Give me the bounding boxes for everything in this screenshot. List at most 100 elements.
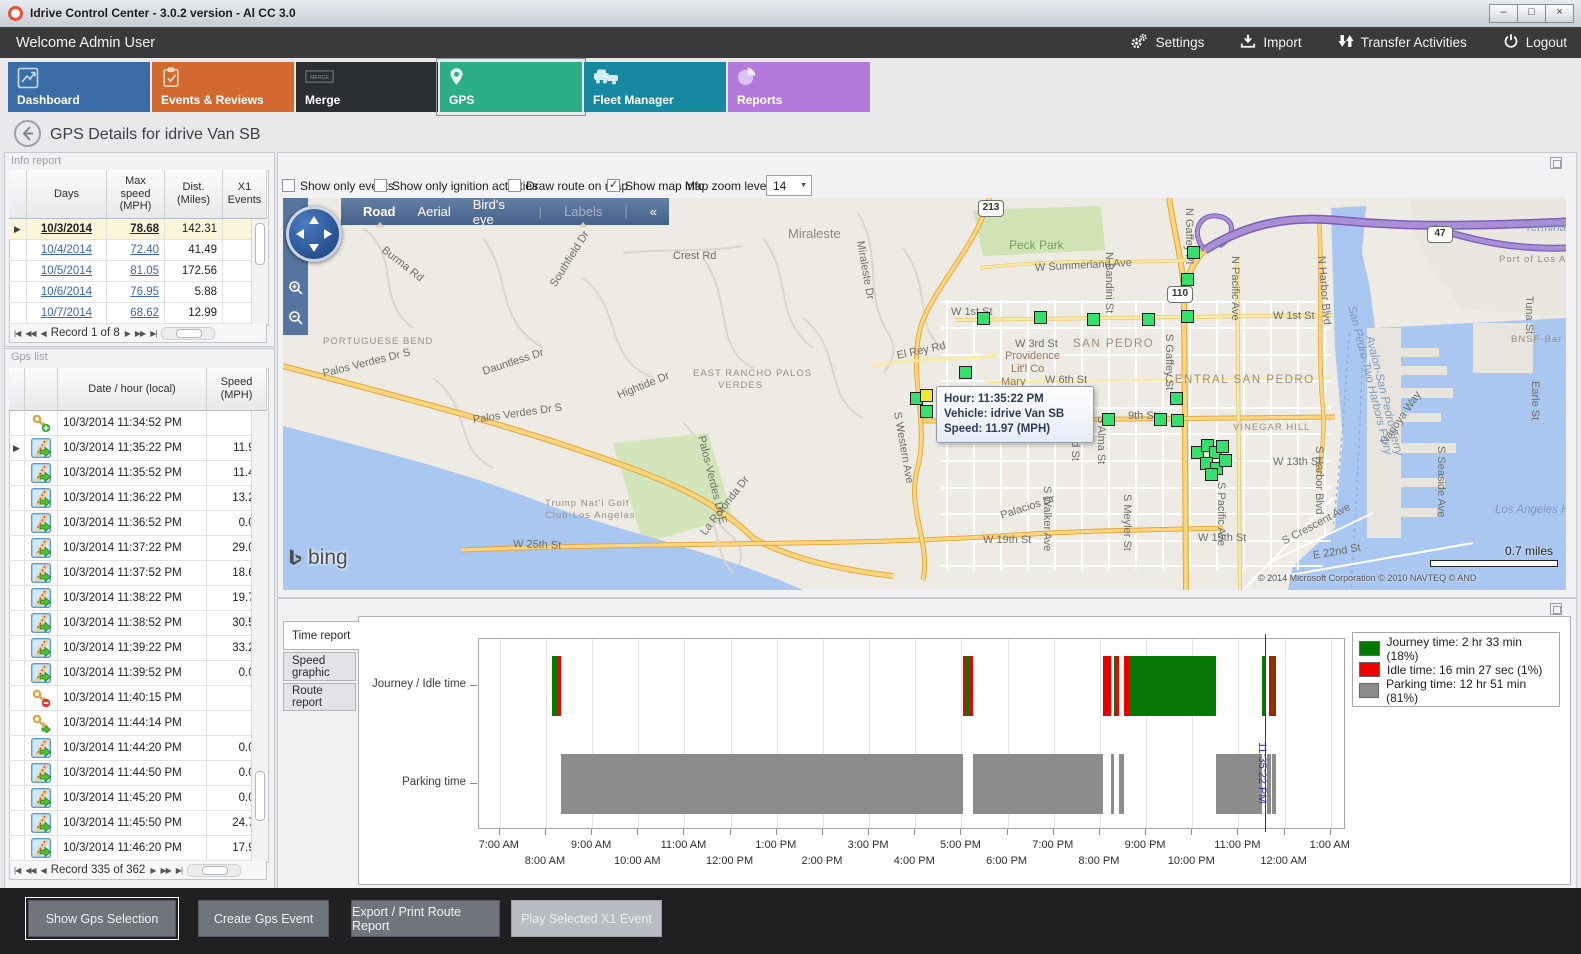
pager-first[interactable]: |◀ [14,329,20,338]
scroll-thumb[interactable] [255,771,265,821]
gps-marker[interactable] [959,366,972,379]
tab-dashboard[interactable]: Dashboard [8,62,150,112]
footer-button-show-gps-selection[interactable]: Show Gps Selection [28,900,176,937]
gps-marker[interactable] [1171,414,1184,427]
selected-gps-marker[interactable] [920,389,933,402]
pager-first[interactable]: |◀ [14,866,20,875]
gps-col-header [9,368,25,411]
tab-reports[interactable]: Reports [728,62,870,112]
scroll-thumb[interactable] [255,223,265,265]
pager-hscroll[interactable] [161,327,215,340]
checkbox-show-only-events[interactable] [282,179,295,192]
info-table-scrollbar[interactable] [251,219,267,324]
gps-marker[interactable] [1102,413,1115,426]
map-style-labels[interactable]: Labels [564,204,602,219]
pager-next[interactable]: ▶ [150,866,155,875]
maximize-button[interactable]: □ [1517,4,1546,23]
info-days-link[interactable]: 10/5/2014 [27,261,107,282]
map-label: W 19th St [983,534,1031,546]
collapse-report-panel-button[interactable] [1550,603,1562,615]
gps-marker[interactable] [1154,413,1167,426]
pager-next_page[interactable]: ▶▶ [160,866,170,875]
gps-marker[interactable] [1219,454,1232,467]
pager-last[interactable]: ▶| [150,329,156,338]
header-action-logout[interactable]: Logout [1503,33,1567,52]
gps-marker[interactable] [1142,313,1155,326]
gps-marker[interactable] [1034,311,1047,324]
header-action-import[interactable]: Import [1240,33,1301,52]
hscroll-thumb[interactable] [176,329,202,338]
map-style-bird-s-eye[interactable]: Bird's eye [473,198,517,227]
x-tick [1099,829,1100,835]
gps-marker[interactable] [1216,440,1229,453]
map-zoom-out-button[interactable] [288,310,304,326]
header-action-transfer-activities[interactable]: Transfer Activities [1338,33,1467,52]
info-maxspeed-link[interactable]: 72.40 [107,240,165,261]
info-col-header: Max speed (MPH) [107,170,165,219]
gears-icon [1129,33,1149,53]
route-shield-110: 110 [1167,286,1193,303]
info-maxspeed-link[interactable]: 76.95 [107,282,165,303]
info-maxspeed-link[interactable]: 78.68 [107,219,165,240]
gps-marker[interactable] [1205,468,1218,481]
tab-fleet-manager[interactable]: Fleet Manager [584,62,726,112]
map-label: S Walker Ave [1041,486,1053,551]
info-days-link[interactable]: 10/4/2014 [27,240,107,261]
gps-marker[interactable] [1187,246,1200,259]
x-tick-label: 3:00 PM [848,839,889,851]
gps-marker[interactable] [1181,273,1194,286]
x-tick-label: 7:00 AM [479,839,519,851]
checkbox-draw-route-on-map[interactable] [508,179,521,192]
legend-label: Parking time: 12 hr 51 min (81%) [1386,677,1553,705]
back-button[interactable] [14,120,41,147]
tab-time-report[interactable]: Time report [283,621,359,650]
current-time-label: 11:35:22 PM [1256,742,1268,804]
gps-marker[interactable] [1181,310,1194,323]
collapse-map-panel-button[interactable] [1550,157,1562,169]
pager-hscroll[interactable] [187,864,241,877]
info-days-link[interactable]: 10/7/2014 [27,303,107,324]
window-titlebar: Idrive Control Center - 3.0.2 version - … [0,0,1581,28]
map-style-road[interactable]: Road [363,204,396,219]
tab-merge[interactable]: MERGEMerge [296,62,438,112]
map-zoom-level-select[interactable]: 14▼ [766,175,812,196]
gps-marker[interactable] [1170,392,1183,405]
map-nav-collapse-button[interactable]: « [650,204,657,219]
pager-prev_page[interactable]: ◀◀ [25,329,35,338]
map-style-aerial[interactable]: Aerial [418,204,451,219]
info-report-pager: |◀◀◀◀Record 1 of 8▶▶▶▶| [9,324,267,343]
header-action-settings[interactable]: Settings [1129,33,1205,53]
welcome-text: Welcome Admin User [16,35,155,51]
info-days-link[interactable]: 10/3/2014 [27,219,107,240]
pager-next_page[interactable]: ▶▶ [135,329,145,338]
x-tick-label: 1:00 AM [1310,839,1350,851]
pager-last[interactable]: ▶| [176,866,182,875]
info-maxspeed-link[interactable]: 81.05 [107,261,165,282]
map-route-icon [25,461,58,486]
gps-marker[interactable] [1087,313,1100,326]
footer-button-export-print-route-report[interactable]: Export / Print Route Report [351,900,500,937]
pager-prev[interactable]: ◀ [41,329,46,338]
minimize-button[interactable]: – [1489,4,1518,23]
tab-events-reviews[interactable]: Events & Reviews [152,62,294,112]
gps-table-scrollbar[interactable] [251,411,267,861]
footer-button-create-gps-event[interactable]: Create Gps Event [198,900,329,937]
pager-prev_page[interactable]: ◀◀ [25,866,35,875]
info-days-link[interactable]: 10/6/2014 [27,282,107,303]
tab-speed-graphic[interactable]: Speed graphic [283,652,356,681]
pager-next[interactable]: ▶ [125,329,130,338]
checkbox-show-only-ignition-activities[interactable] [374,179,387,192]
map[interactable]: Burma RdCrest RdMiralesteMiraleste DrSou… [283,198,1566,590]
checkbox-show-map-info[interactable]: ✓ [607,179,620,192]
tab-gps[interactable]: GPS [440,62,582,112]
map-compass-control[interactable] [286,206,342,262]
gps-marker[interactable] [920,405,933,418]
x-tick-label: 7:00 PM [1032,839,1073,851]
tab-route-report[interactable]: Route report [283,683,356,711]
pager-prev[interactable]: ◀ [41,866,46,875]
hscroll-thumb[interactable] [202,866,228,875]
gps-marker[interactable] [977,312,990,325]
map-zoom-in-button[interactable] [288,280,304,296]
close-button[interactable]: × [1545,4,1574,23]
info-maxspeed-link[interactable]: 68.62 [107,303,165,324]
